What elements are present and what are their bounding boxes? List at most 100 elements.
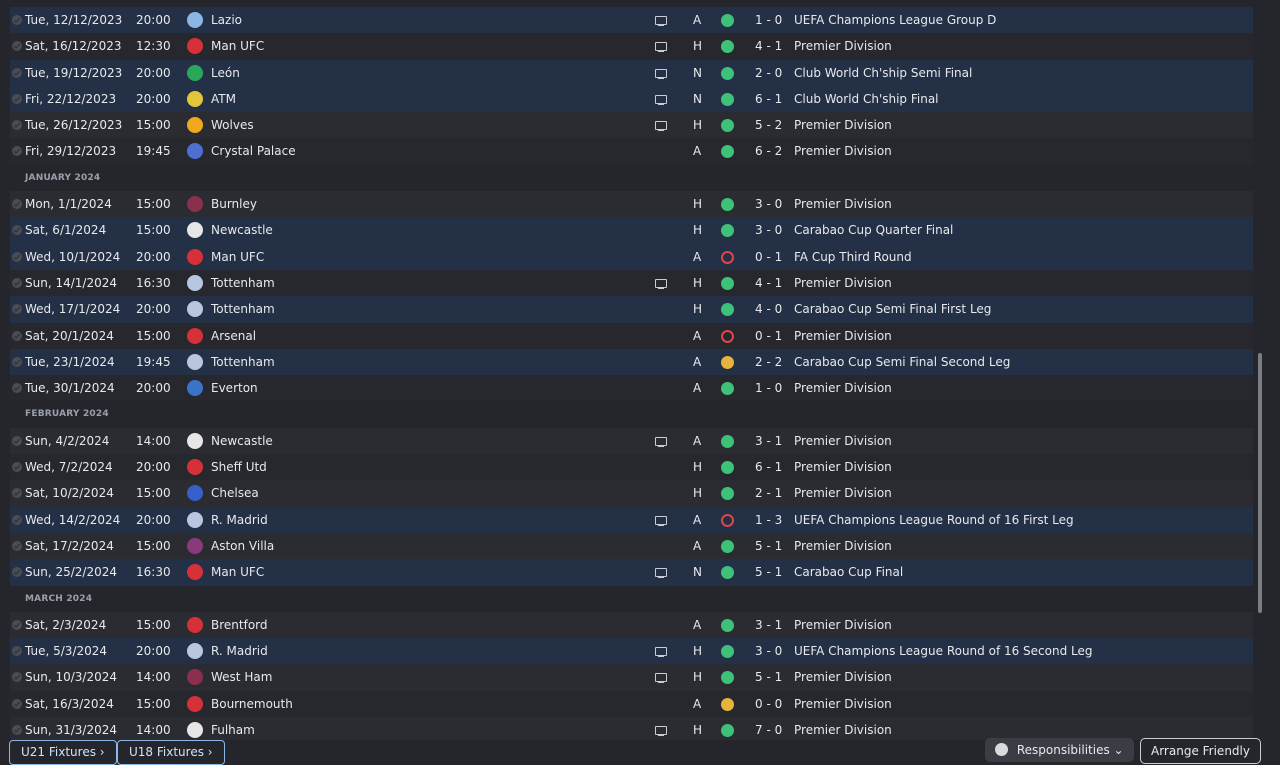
fixture-row[interactable]: Tue, 12/12/2023 20:00 Lazio A 1 - 0 UEFA Cham… (10, 7, 1253, 34)
fixture-score[interactable]: 4 - 1 (755, 33, 782, 59)
opponent-name[interactable]: Newcastle (211, 217, 273, 243)
fixture-score[interactable]: 2 - 2 (755, 349, 782, 375)
fixture-time: 20:00 (136, 13, 171, 27)
fixture-row[interactable]: Tue, 5/3/2024 20:00 R. Madrid H 3 - 0 UEFA Ch… (10, 638, 1253, 665)
fixture-row[interactable]: Wed, 14/2/2024 20:00 R. Madrid A 1 - 3 UEFA C… (10, 506, 1253, 533)
opponent-name[interactable]: Bournemouth (211, 691, 293, 717)
fixture-row[interactable]: Sat, 6/1/2024 15:00 Newcastle H 3 - 0 Carabao… (10, 217, 1253, 244)
fixture-venue: N (693, 91, 702, 106)
opponent-name[interactable]: Tottenham (211, 349, 275, 375)
opponent-name[interactable]: West Ham (211, 664, 272, 690)
fixture-row[interactable]: Sat, 20/1/2024 15:00 Arsenal A 0 - 1 Premier … (10, 322, 1253, 349)
month-header: FEBRUARY 2024 (0, 401, 1253, 427)
result-indicator-icon (721, 671, 734, 685)
opponent-name[interactable]: Sheff Utd (211, 454, 267, 480)
result-indicator-icon (721, 487, 734, 501)
opponent-name[interactable]: Lazio (211, 7, 242, 33)
opponent-name[interactable]: León (211, 60, 240, 86)
fixture-score[interactable]: 1 - 0 (755, 375, 782, 401)
fixture-row[interactable]: Sun, 14/1/2024 16:30 Tottenham H 4 - 1 Premie… (10, 269, 1253, 297)
fixture-date: Mon, 1/1/2024 (25, 197, 112, 212)
fixture-score[interactable]: 5 - 1 (755, 664, 782, 690)
fixture-row[interactable]: Tue, 30/1/2024 20:00 Everton A 1 - 0 Premier … (10, 375, 1253, 402)
fixture-score[interactable]: 3 - 1 (755, 612, 782, 638)
fixture-score[interactable]: 0 - 1 (755, 323, 782, 349)
opponent-name[interactable]: Tottenham (211, 270, 275, 296)
u18-fixtures-label: U18 Fixtures (129, 745, 204, 759)
club-badge-icon (187, 196, 203, 213)
opponent-name[interactable]: Chelsea (211, 480, 259, 506)
fixture-score[interactable]: 6 - 1 (755, 454, 782, 480)
club-badge-icon (187, 143, 203, 160)
fixture-score[interactable]: 5 - 1 (755, 559, 782, 585)
fixture-score[interactable]: 3 - 0 (755, 217, 782, 243)
opponent-name[interactable]: Man UFC (211, 559, 264, 585)
fixtures-list: Tue, 12/12/2023 20:00 Lazio A 1 - 0 UEFA Cham… (0, 7, 1253, 744)
fixture-score[interactable]: 5 - 1 (755, 533, 782, 559)
opponent-name[interactable]: Arsenal (211, 323, 256, 349)
scrollbar[interactable] (1258, 353, 1262, 613)
result-indicator-icon (721, 303, 734, 317)
fixture-row[interactable]: Sun, 10/3/2024 14:00 West Ham H 5 - 1 Premier… (10, 664, 1253, 691)
fixture-row[interactable]: Sat, 16/12/2023 12:30 Man UFC H 4 - 1 Premier… (10, 33, 1253, 60)
result-indicator-icon (721, 224, 734, 238)
tv-icon (655, 568, 667, 579)
club-badge-icon (187, 643, 203, 660)
fixture-row[interactable]: Fri, 22/12/2023 20:00 ATM N 6 - 1 Club World … (10, 85, 1253, 113)
fixture-score[interactable]: 4 - 1 (755, 270, 782, 296)
opponent-name[interactable]: Man UFC (211, 33, 264, 59)
fixture-row[interactable]: Tue, 23/1/2024 19:45 Tottenham A 2 - 2 Caraba… (10, 348, 1253, 376)
fixture-score[interactable]: 2 - 0 (755, 60, 782, 86)
fixture-score[interactable]: 1 - 0 (755, 7, 782, 33)
fixture-score[interactable]: 3 - 0 (755, 191, 782, 217)
fixture-row[interactable]: Wed, 7/2/2024 20:00 Sheff Utd H 6 - 1 Premier… (10, 454, 1253, 481)
arrange-friendly-button[interactable]: Arrange Friendly (1140, 738, 1261, 764)
fixture-score[interactable]: 0 - 0 (755, 691, 782, 717)
fixture-date: Sat, 17/2/2024 (25, 538, 114, 553)
fixture-row[interactable]: Sat, 16/3/2024 15:00 Bournemouth A 0 - 0 Prem… (10, 690, 1253, 718)
fixture-row[interactable]: Wed, 17/1/2024 20:00 Tottenham H 4 - 0 Caraba… (10, 296, 1253, 323)
fixture-score[interactable]: 2 - 1 (755, 480, 782, 506)
club-badge-icon (187, 38, 203, 55)
fixture-row[interactable]: Sun, 25/2/2024 16:30 Man UFC N 5 - 1 Carabao … (10, 559, 1253, 586)
fixture-score[interactable]: 1 - 3 (755, 507, 782, 533)
fixture-row[interactable]: Tue, 26/12/2023 15:00 Wolves H 5 - 2 Premier … (10, 112, 1253, 139)
check-icon (12, 383, 22, 394)
opponent-name[interactable]: Everton (211, 375, 258, 401)
fixture-score[interactable]: 5 - 2 (755, 112, 782, 138)
fixture-row[interactable]: Mon, 1/1/2024 15:00 Burnley H 3 - 0 Premier D… (10, 191, 1253, 218)
fixture-score[interactable]: 6 - 1 (755, 86, 782, 112)
club-badge-icon (187, 353, 203, 370)
u21-fixtures-button[interactable]: U21 Fixtures › (9, 740, 117, 765)
fixture-score[interactable]: 3 - 1 (755, 428, 782, 454)
fixture-row[interactable]: Wed, 10/1/2024 20:00 Man UFC A 0 - 1 FA Cup T… (10, 243, 1253, 270)
opponent-name[interactable]: ATM (211, 86, 236, 112)
fixture-row[interactable]: Sun, 4/2/2024 14:00 Newcastle A 3 - 1 Premier… (10, 427, 1253, 455)
opponent-name[interactable]: R. Madrid (211, 638, 268, 664)
fixture-row[interactable]: Tue, 19/12/2023 20:00 León N 2 - 0 Club World… (10, 59, 1253, 86)
fixture-score[interactable]: 4 - 0 (755, 296, 782, 322)
responsibilities-button[interactable]: Responsibilities ⌄ (985, 738, 1134, 762)
opponent-name[interactable]: R. Madrid (211, 507, 268, 533)
opponent-name[interactable]: Wolves (211, 112, 254, 138)
fixture-score[interactable]: 6 - 2 (755, 138, 782, 164)
opponent-name[interactable]: Tottenham (211, 296, 275, 322)
staff-icon (995, 743, 1008, 756)
opponent-name[interactable]: Crystal Palace (211, 138, 296, 164)
opponent-name[interactable]: Newcastle (211, 428, 273, 454)
fixture-venue: H (693, 275, 703, 290)
opponent-name[interactable]: Burnley (211, 191, 257, 217)
fixture-row[interactable]: Fri, 29/12/2023 19:45 Crystal Palace A 6 - 2… (10, 138, 1253, 165)
club-badge-icon (187, 537, 203, 554)
fixture-score[interactable]: 0 - 1 (755, 244, 782, 270)
opponent-name[interactable]: Brentford (211, 612, 268, 638)
fixture-competition: Carabao Cup Semi Final Second Leg (794, 354, 1011, 369)
fixture-row[interactable]: Sat, 2/3/2024 15:00 Brentford A 3 - 1 Premier… (10, 611, 1253, 639)
fixture-row[interactable]: Sat, 17/2/2024 15:00 Aston Villa A 5 - 1 Prem… (10, 532, 1253, 560)
opponent-name[interactable]: Aston Villa (211, 533, 274, 559)
fixture-score[interactable]: 3 - 0 (755, 638, 782, 664)
u18-fixtures-button[interactable]: U18 Fixtures › (117, 740, 225, 765)
club-badge-icon (187, 511, 203, 528)
opponent-name[interactable]: Man UFC (211, 244, 264, 270)
fixture-row[interactable]: Sat, 10/2/2024 15:00 Chelsea H 2 - 1 Premier … (10, 480, 1253, 507)
